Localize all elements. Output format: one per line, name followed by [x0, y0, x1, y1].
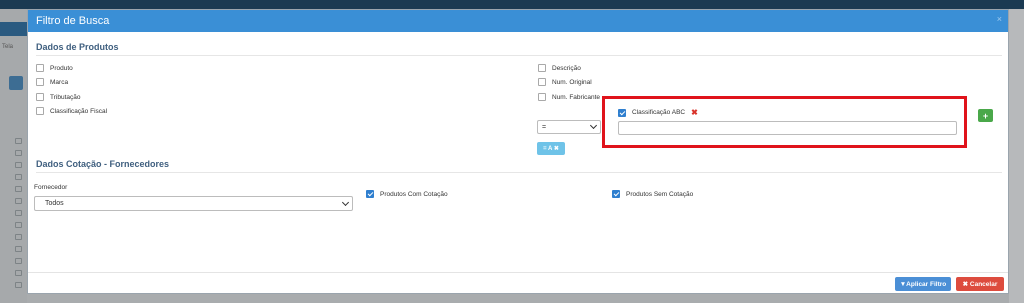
checkbox-box[interactable]	[36, 93, 44, 101]
row-edit-icon	[15, 186, 22, 192]
check-icon[interactable]	[612, 190, 620, 198]
checkbox-label: Num. Original	[552, 78, 592, 86]
checkbox-label: Marca	[50, 78, 69, 86]
app-sidebar	[0, 9, 27, 303]
chevron-down-icon	[341, 198, 350, 206]
row-edit-icon	[15, 246, 22, 252]
checkbox-label: Produto	[50, 64, 73, 72]
plus-icon[interactable]: +	[978, 109, 993, 122]
row-edit-icon	[15, 150, 22, 156]
row-edit-icon	[15, 258, 22, 264]
checkbox-label: Produtos Sem Cotação	[626, 190, 694, 198]
checkbox-descricao[interactable]: Descrição	[538, 64, 581, 72]
section-divider	[36, 55, 1002, 56]
checkbox-num-original[interactable]: Num. Original	[538, 78, 592, 86]
fornecedor-label: Fornecedor	[34, 184, 68, 191]
modal-header: Filtro de Busca ×	[28, 10, 1008, 32]
row-edit-icon	[15, 198, 22, 204]
app-calculator-button	[9, 76, 23, 90]
row-edit-icon	[15, 270, 22, 276]
row-edit-icon	[15, 138, 22, 144]
chevron-down-icon	[589, 121, 598, 130]
highlight-box	[602, 96, 967, 148]
section-title-produtos: Dados de Produtos	[36, 42, 119, 52]
apply-filter-button[interactable]: ▼Aplicar Filtro	[895, 277, 951, 291]
row-edit-icon	[15, 210, 22, 216]
close-icon[interactable]: ×	[997, 14, 1002, 24]
checkbox-produto[interactable]: Produto	[36, 64, 73, 72]
checkbox-classificacao-fiscal[interactable]: Classificação Fiscal	[36, 107, 107, 115]
cancel-button[interactable]: ✖ Cancelar	[956, 277, 1004, 291]
background-table-strip	[27, 294, 1009, 303]
filter-modal: Filtro de Busca × Dados de Produtos Prod…	[27, 9, 1009, 294]
checkbox-label: Tributação	[50, 93, 81, 101]
app-tela-label: Tela	[2, 44, 14, 50]
checkbox-box[interactable]	[36, 107, 44, 115]
check-icon[interactable]	[366, 190, 374, 198]
app-topbar	[0, 0, 1024, 9]
checkbox-tributacao[interactable]: Tributação	[36, 93, 80, 101]
checkbox-marca[interactable]: Marca	[36, 78, 68, 86]
checkbox-box[interactable]	[36, 64, 44, 72]
app-search-button	[9, 97, 23, 111]
checkbox-box[interactable]	[538, 93, 546, 101]
row-edit-icon	[15, 174, 22, 180]
app-tab	[0, 22, 27, 36]
row-edit-icon	[15, 162, 22, 168]
footer-divider	[28, 272, 1008, 273]
checkbox-box[interactable]	[538, 78, 546, 86]
checkbox-label: Descrição	[552, 64, 581, 72]
checkbox-label: Classificação Fiscal	[50, 107, 108, 115]
checkbox-num-fabricante[interactable]: Num. Fabricante	[538, 93, 600, 101]
section-title-cotacao: Dados Cotação - Fornecedores	[36, 159, 170, 169]
checkbox-label: Num. Fabricante	[552, 93, 601, 101]
filter-tag-button[interactable]: = A ✖	[537, 142, 565, 155]
row-edit-icon	[15, 234, 22, 240]
checkbox-produtos-com-cotacao[interactable]: Produtos Com Cotação	[366, 190, 448, 198]
row-edit-icon	[15, 222, 22, 228]
checkbox-label: Produtos Com Cotação	[380, 190, 448, 198]
checkbox-produtos-sem-cotacao[interactable]: Produtos Sem Cotação	[612, 190, 693, 198]
fornecedor-select[interactable]: Todos	[34, 196, 353, 211]
section-divider	[36, 172, 1002, 173]
checkbox-box[interactable]	[538, 64, 546, 72]
modal-title: Filtro de Busca	[36, 15, 110, 27]
checkbox-box[interactable]	[36, 78, 44, 86]
operator-select-value: =	[542, 123, 547, 131]
fornecedor-select-value: Todos	[45, 200, 64, 207]
row-edit-icon	[15, 282, 22, 288]
operator-select[interactable]: =	[537, 120, 601, 134]
